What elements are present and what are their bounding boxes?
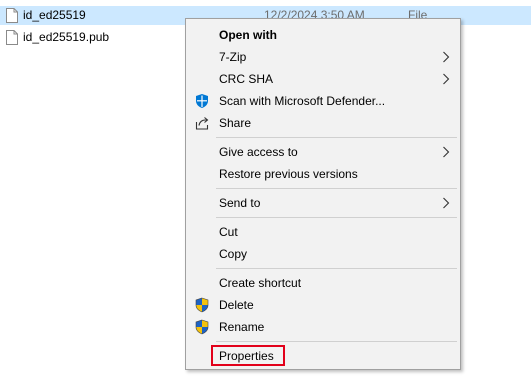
file-icon	[6, 30, 18, 45]
file-name: id_ed25519	[23, 8, 86, 22]
share-icon	[195, 117, 209, 130]
menu-label: Delete	[219, 298, 254, 312]
uac-shield-icon	[195, 319, 209, 335]
chevron-right-icon	[443, 197, 450, 209]
menu-item-crc-sha[interactable]: CRC SHA	[188, 68, 458, 90]
menu-label: Give access to	[219, 145, 298, 159]
menu-label: Send to	[219, 196, 261, 210]
file-icon	[6, 8, 18, 23]
uac-shield-icon	[195, 297, 209, 313]
menu-label: Rename	[219, 320, 265, 334]
file-name: id_ed25519.pub	[23, 30, 110, 44]
menu-item-cut[interactable]: Cut	[188, 221, 458, 243]
menu-item-send-to[interactable]: Send to	[188, 192, 458, 214]
menu-item-delete[interactable]: Delete	[188, 294, 458, 316]
defender-icon	[196, 94, 208, 108]
menu-item-7-zip[interactable]: 7-Zip	[188, 46, 458, 68]
menu-item-share[interactable]: Share	[188, 112, 458, 134]
menu-item-restore-previous-versions[interactable]: Restore previous versions	[188, 163, 458, 185]
menu-label: Scan with Microsoft Defender...	[219, 94, 386, 108]
menu-separator	[216, 188, 457, 189]
menu-label: Share	[219, 116, 252, 130]
menu-item-properties[interactable]: Properties	[188, 345, 458, 367]
menu-label: Cut	[219, 225, 238, 239]
menu-label: Properties	[219, 349, 274, 363]
menu-separator	[216, 341, 457, 342]
menu-item-scan-defender[interactable]: Scan with Microsoft Defender...	[188, 90, 458, 112]
menu-label: Create shortcut	[219, 276, 302, 290]
menu-label: Copy	[219, 247, 248, 261]
chevron-right-icon	[443, 73, 450, 85]
chevron-right-icon	[443, 146, 450, 158]
menu-label: 7-Zip	[219, 50, 247, 64]
menu-label: Restore previous versions	[219, 167, 358, 181]
menu-separator	[216, 137, 457, 138]
menu-item-create-shortcut[interactable]: Create shortcut	[188, 272, 458, 294]
menu-label: CRC SHA	[219, 72, 274, 86]
context-menu: Open with 7-Zip CRC SHA Scan with Micros…	[185, 18, 461, 370]
menu-separator	[216, 217, 457, 218]
menu-item-rename[interactable]: Rename	[188, 316, 458, 338]
menu-item-open-with[interactable]: Open with	[188, 24, 458, 46]
menu-separator	[216, 268, 457, 269]
menu-label: Open with	[219, 28, 277, 42]
menu-item-copy[interactable]: Copy	[188, 243, 458, 265]
chevron-right-icon	[443, 51, 450, 63]
menu-item-give-access[interactable]: Give access to	[188, 141, 458, 163]
